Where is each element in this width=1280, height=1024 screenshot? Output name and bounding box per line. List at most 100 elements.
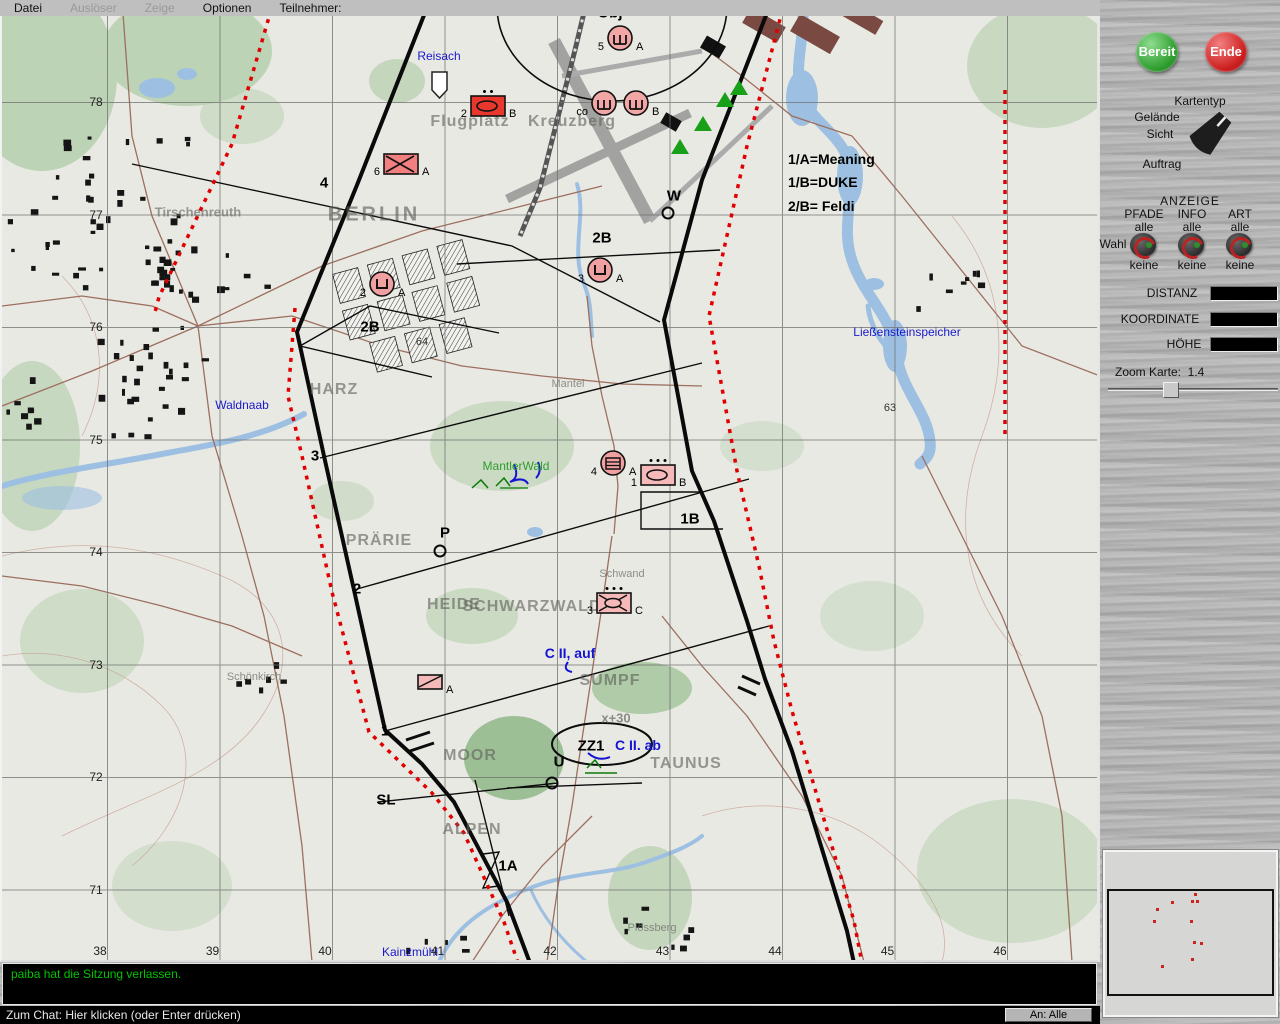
info-knob[interactable] xyxy=(1178,233,1204,257)
unit-label-right: C xyxy=(635,605,643,618)
koordinate-value-field xyxy=(1210,312,1278,327)
pfade-label: PFADE xyxy=(1124,207,1164,221)
green-triangle-marker[interactable] xyxy=(694,116,712,131)
minimap-unit-dot xyxy=(1200,942,1203,945)
unit-symbol[interactable]: 3A xyxy=(578,257,623,285)
chat-message: paiba hat die Sitzung verlassen. xyxy=(11,967,182,981)
unit-label-left: 2 xyxy=(460,108,467,121)
pfade-alle-label: alle xyxy=(1134,220,1154,234)
kartentyp-option-gelaende[interactable]: Gelände xyxy=(1134,110,1179,124)
grid-label-y-74: 74 xyxy=(89,545,103,559)
distanz-label: DISTANZ xyxy=(1146,286,1198,300)
chat-message-area[interactable]: paiba hat die Sitzung verlassen. xyxy=(2,963,1097,1005)
pfade-keine-label: keine xyxy=(1129,258,1159,272)
chat-prompt: Zum Chat: Hier klicken (oder Enter drück… xyxy=(6,1008,241,1022)
map-base-layer xyxy=(2,16,1097,960)
hoehe-label: HÖHE xyxy=(1166,337,1202,351)
hoehe-value-field xyxy=(1210,337,1278,352)
application-window: { "menu": { "items": [ {"label": "Datei"… xyxy=(0,0,1280,1024)
green-triangle-marker[interactable] xyxy=(671,139,689,154)
unit-symbol[interactable]: 6A xyxy=(374,153,429,178)
unit-label-right: A xyxy=(422,166,430,179)
unit-label-left: 3 xyxy=(586,605,593,618)
menu-ausloeser: Auslöser xyxy=(70,1,117,15)
menu-teilnehmer[interactable]: Teilnehmer: xyxy=(265,1,355,15)
kartentyp-option-auftrag[interactable]: Auftrag xyxy=(1143,157,1182,171)
unit-label-left: co xyxy=(576,105,588,118)
tactical-map[interactable]: ObjReisachFlugplatzKreuzberg1/A=Meaning1… xyxy=(0,16,1100,962)
unit-symbol[interactable]: 3C xyxy=(587,587,643,617)
unit-symbol[interactable]: 1B xyxy=(631,459,686,489)
menu-optionen[interactable]: Optionen xyxy=(189,1,266,15)
unit-symbol[interactable]: 4A xyxy=(591,450,636,478)
unit-size-dots xyxy=(605,587,623,592)
info-keine-label: keine xyxy=(1177,258,1207,272)
chat-recipient-button[interactable]: An: Alle xyxy=(1005,1008,1092,1022)
grid-label-x-43: 43 xyxy=(655,944,670,958)
unit-symbol[interactable]: B xyxy=(623,90,659,118)
unit-label-left: 1 xyxy=(630,477,637,490)
minimap-unit-dot xyxy=(1171,901,1174,904)
kartentyp-selector-knob[interactable] xyxy=(1182,102,1242,162)
grid-label-x-46: 46 xyxy=(993,944,1007,958)
grid-label-x-39: 39 xyxy=(205,944,220,958)
minimap-unit-dot xyxy=(1196,900,1199,903)
zoom-slider-track[interactable] xyxy=(1108,382,1278,398)
menu-datei[interactable]: Datei xyxy=(0,1,56,15)
zoom-value: 1.4 xyxy=(1187,365,1205,379)
end-button[interactable]: Ende xyxy=(1205,32,1247,72)
art-label: ART xyxy=(1228,207,1252,221)
grid-label-y-72: 72 xyxy=(89,770,103,784)
unit-symbol[interactable]: 5A xyxy=(598,25,643,53)
unit-size-dots xyxy=(483,90,493,95)
menu-bar: Datei Auslöser Zeige Optionen Teilnehmer… xyxy=(0,0,1100,16)
art-alle-label: alle xyxy=(1230,220,1250,234)
overview-minimap[interactable] xyxy=(1103,850,1278,1017)
unit-label-right: A xyxy=(629,465,637,478)
unit-size-dots xyxy=(649,459,667,464)
green-triangle-marker[interactable] xyxy=(730,80,748,95)
grid-label-x-45: 45 xyxy=(880,944,895,958)
ready-button[interactable]: Bereit xyxy=(1136,32,1178,72)
minimap-viewport-frame xyxy=(1107,889,1274,996)
wahl-label: Wahl xyxy=(1099,237,1127,251)
grid-label-y-77: 77 xyxy=(89,207,103,222)
control-panel: Bereit Ende Kartentyp Gelände Sicht Auft… xyxy=(1100,0,1280,1024)
info-label: INFO xyxy=(1177,207,1207,221)
grid-label-x-38: 38 xyxy=(93,944,107,958)
chat-input-bar[interactable]: Zum Chat: Hier klicken (oder Enter drück… xyxy=(0,1006,1100,1024)
grid-label-y-73: 73 xyxy=(89,657,103,672)
pfade-knob[interactable] xyxy=(1130,233,1156,257)
unit-symbol[interactable]: 2B xyxy=(461,90,516,120)
zoom-slider-thumb[interactable] xyxy=(1163,382,1179,398)
info-alle-label: alle xyxy=(1182,220,1202,234)
unit-symbol[interactable]: A xyxy=(417,674,453,696)
minimap-unit-dot xyxy=(1193,941,1196,944)
minimap-unit-dot xyxy=(1161,965,1164,968)
minimap-unit-dot xyxy=(1153,920,1156,923)
unit-label-right: A xyxy=(616,272,624,285)
grid-label-y-78: 78 xyxy=(89,95,103,109)
minimap-unit-dot xyxy=(1156,908,1159,911)
grid-label-y-71: 71 xyxy=(89,882,103,897)
unit-label-left: 4 xyxy=(590,465,597,478)
unit-label-left: 5 xyxy=(597,40,604,53)
unit-symbol[interactable]: 2A xyxy=(360,271,405,299)
objective-ring xyxy=(545,776,559,790)
unit-label-right: A xyxy=(446,683,454,696)
objective-ring xyxy=(433,544,447,558)
unit-label-right: B xyxy=(652,105,660,118)
menu-zeige: Zeige xyxy=(144,1,175,15)
objective-ring xyxy=(661,206,675,220)
kartentyp-option-sicht[interactable]: Sicht xyxy=(1147,127,1174,141)
unit-label-right: A xyxy=(636,40,644,53)
grid-label-x-40: 40 xyxy=(318,944,332,958)
minimap-unit-dot xyxy=(1190,920,1193,923)
unit-label-left: 2 xyxy=(359,286,366,299)
grid-label-y-76: 76 xyxy=(89,320,103,334)
art-knob[interactable] xyxy=(1226,233,1252,257)
unit-label-right: B xyxy=(509,108,517,121)
grid-label-x-41: 41 xyxy=(430,944,445,958)
unit-label-right: A xyxy=(398,286,406,299)
unit-symbol[interactable]: co xyxy=(576,90,617,118)
